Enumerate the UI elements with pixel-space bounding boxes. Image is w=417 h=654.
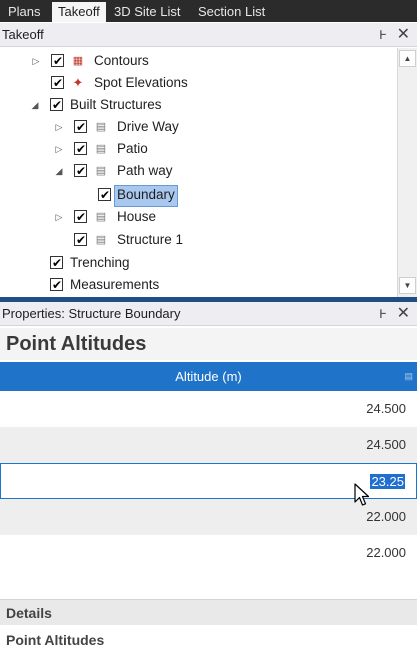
structure-icon: ▤	[95, 121, 107, 133]
checkbox-trenching[interactable]	[50, 252, 63, 274]
altitude-cell[interactable]: 24.500	[366, 401, 406, 416]
checkbox-contours[interactable]	[51, 50, 64, 72]
table-row[interactable]: 24.500	[0, 427, 417, 463]
tree-item-spot-elevations[interactable]: ✦ Spot Elevations	[0, 72, 397, 94]
tree-item-contours[interactable]: ▷ ▦ Contours	[0, 50, 397, 72]
structure-icon: ▤	[95, 234, 107, 246]
scroll-down-icon[interactable]: ▼	[399, 277, 416, 294]
altitude-edit-input[interactable]: 23.25	[370, 474, 405, 489]
expand-arrow-icon[interactable]: ▷	[54, 138, 64, 160]
properties-panel-title: Properties: Structure Boundary	[2, 306, 181, 321]
expand-arrow-icon[interactable]: ▷	[31, 50, 41, 72]
structure-icon: ▤	[95, 165, 107, 177]
checkbox-patio[interactable]	[74, 138, 87, 160]
details-section-header: Details	[0, 599, 417, 625]
tree-item-label: Spot Elevations	[94, 75, 188, 90]
section-heading: Point Altitudes	[0, 328, 417, 360]
takeoff-panel-header: Takeoff Ͱ ✕	[0, 23, 417, 47]
tree-item-path-way[interactable]: ◢ ▤ Path way	[0, 160, 397, 182]
checkbox-built-structures[interactable]	[50, 94, 63, 116]
close-icon[interactable]: ✕	[397, 302, 410, 326]
altitude-cell[interactable]: 22.000	[366, 509, 406, 524]
table-row[interactable]: 24.500	[0, 391, 417, 427]
tree-item-label: Patio	[117, 141, 148, 156]
tree-item-label: Boundary	[114, 185, 178, 207]
table-row[interactable]: 22.000	[0, 535, 417, 571]
mouse-cursor-icon	[354, 483, 370, 506]
tree-item-label: Drive Way	[117, 119, 179, 134]
tree-item-drive-way[interactable]: ▷ ▤ Drive Way	[0, 116, 397, 138]
tree-item-built-structures[interactable]: ◢ Built Structures	[0, 94, 397, 116]
altitude-cell[interactable]: 24.500	[366, 437, 406, 452]
tree-item-house[interactable]: ▷ ▤ House	[0, 206, 397, 228]
tree-item-trenching[interactable]: Trenching	[0, 252, 397, 274]
tree-item-label: Path way	[117, 163, 173, 178]
expand-arrow-icon[interactable]: ▷	[54, 116, 64, 138]
takeoff-tree: ▷ ▦ Contours ✦ Spot Elevations ◢ Built S…	[0, 48, 397, 297]
altitude-column-header[interactable]: Altitude (m) ▤	[0, 362, 417, 391]
checkbox-drive-way[interactable]	[74, 116, 87, 138]
checkbox-structure-1[interactable]	[74, 229, 87, 251]
scroll-up-icon[interactable]: ▲	[399, 50, 416, 67]
tree-item-label: Contours	[94, 53, 149, 68]
tree-item-label: Structure 1	[117, 232, 184, 247]
structure-icon: ▤	[95, 211, 107, 223]
structure-icon: ▤	[95, 143, 107, 155]
column-grip-icon[interactable]: ▤	[404, 362, 413, 391]
collapse-arrow-icon[interactable]: ◢	[54, 160, 64, 182]
tree-item-label: Built Structures	[70, 97, 162, 112]
tree-item-patio[interactable]: ▷ ▤ Patio	[0, 138, 397, 160]
tree-scrollbar[interactable]: ▲ ▼	[397, 48, 417, 297]
tree-item-label: Trenching	[70, 255, 130, 270]
takeoff-panel-title: Takeoff	[2, 27, 44, 42]
close-icon[interactable]: ✕	[397, 23, 410, 47]
tree-item-measurements[interactable]: Measurements	[0, 274, 397, 296]
checkbox-boundary[interactable]	[98, 184, 111, 206]
tree-item-structure-1[interactable]: ▤ Structure 1	[0, 229, 397, 251]
property-description: Point Altitudes	[6, 632, 105, 648]
expand-arrow-icon[interactable]: ▷	[54, 206, 64, 228]
tree-item-boundary[interactable]: Boundary	[0, 184, 397, 207]
properties-panel-header: Properties: Structure Boundary Ͱ ✕	[0, 302, 417, 326]
checkbox-measurements[interactable]	[50, 274, 63, 296]
collapse-arrow-icon[interactable]: ◢	[30, 94, 40, 116]
spot-elevation-icon: ✦	[72, 75, 84, 90]
tab-section-list[interactable]: Section List	[192, 2, 271, 22]
checkbox-spot-elevations[interactable]	[51, 72, 64, 94]
tree-item-label: House	[117, 209, 157, 224]
altitude-cell[interactable]: 22.000	[366, 545, 406, 560]
checkbox-path-way[interactable]	[74, 160, 87, 182]
pin-icon[interactable]: Ͱ	[379, 302, 387, 326]
tab-3d-site-list[interactable]: 3D Site List	[108, 2, 186, 22]
tab-takeoff[interactable]: Takeoff	[52, 2, 106, 22]
checkbox-house[interactable]	[74, 206, 87, 228]
pin-icon[interactable]: Ͱ	[379, 23, 387, 47]
contours-icon: ▦	[72, 55, 84, 67]
column-header-label: Altitude (m)	[175, 369, 242, 384]
tab-plans[interactable]: Plans	[2, 2, 47, 22]
tree-item-label: Measurements	[70, 277, 160, 292]
document-tab-bar: Plans Takeoff 3D Site List Section List	[0, 0, 417, 22]
